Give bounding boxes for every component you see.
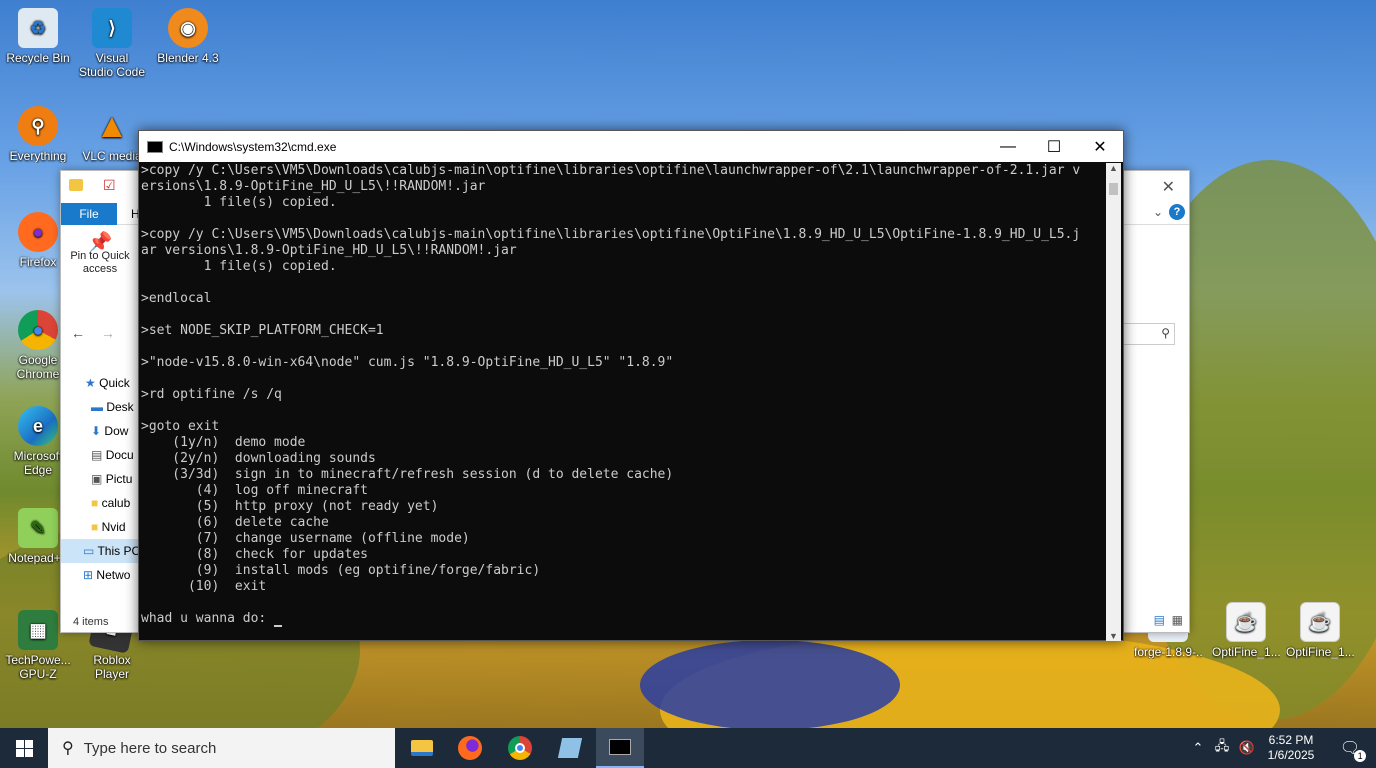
search-icon: ⚲ xyxy=(62,740,74,757)
cmd-window-title: C:\Windows\system32\cmd.exe xyxy=(169,139,337,154)
nav-desktop[interactable]: ▬ Desk xyxy=(61,395,141,419)
nav-nvidia[interactable]: ■ Nvid xyxy=(61,515,141,539)
close-button[interactable]: ✕ xyxy=(1077,131,1123,162)
desktop-icon-blender[interactable]: ◉ Blender 4.3 xyxy=(154,8,222,65)
taskbar-search-box[interactable]: ⚲ Type here to search xyxy=(48,728,395,768)
maximize-button[interactable]: ☐ xyxy=(1031,131,1077,162)
taskbar-cmd[interactable] xyxy=(596,728,644,768)
taskbar-firefox[interactable] xyxy=(446,728,494,768)
volume-muted-icon[interactable]: 🔇 xyxy=(1236,728,1258,768)
nav-downloads[interactable]: ⬇ Dow xyxy=(61,419,141,443)
cmd-app-icon xyxy=(147,140,163,153)
explorer-nav-pane: ★ Quick ▬ Desk ⬇ Dow ▤ Docu ▣ Pictu ■ ca… xyxy=(61,371,141,587)
console-output[interactable]: >copy /y C:\Users\VM5\Downloads\calubjs-… xyxy=(141,163,1107,641)
console-log: >copy /y C:\Users\VM5\Downloads\calubjs-… xyxy=(141,163,1081,594)
vertical-scrollbar[interactable]: ▲ ▼ xyxy=(1106,163,1121,641)
java-jar-icon: ☕ xyxy=(1226,602,1266,642)
console-prompt: whad u wanna do: xyxy=(141,611,275,626)
start-button[interactable] xyxy=(0,728,48,768)
properties-icon: ☑ xyxy=(103,177,116,193)
nav-quick-access[interactable]: ★ Quick xyxy=(61,371,141,395)
java-jar-icon: ☕ xyxy=(1300,602,1340,642)
large-icons-view-icon[interactable]: ▦ xyxy=(1172,613,1183,627)
cmd-window[interactable]: C:\Windows\system32\cmd.exe — ☐ ✕ >copy … xyxy=(138,130,1124,641)
desktop-icon-optifine-2[interactable]: ☕ OptiFine_1.... xyxy=(1286,602,1354,659)
everything-icon: ⚲ xyxy=(18,106,58,146)
nav-calub[interactable]: ■ calub xyxy=(61,491,141,515)
nav-this-pc[interactable]: ▭ This PC xyxy=(61,539,141,563)
taskbar-file-explorer[interactable] xyxy=(398,728,446,768)
scrollbar-thumb[interactable] xyxy=(1109,183,1118,195)
text-cursor xyxy=(274,625,283,627)
desktop-icon-everything[interactable]: ⚲ Everything xyxy=(4,106,72,163)
notification-icon: 🗨 1 xyxy=(1340,738,1367,762)
notification-badge: 1 xyxy=(1354,750,1367,762)
scroll-up-icon[interactable]: ▲ xyxy=(1109,163,1118,173)
expand-ribbon-icon[interactable]: ⌄ xyxy=(1153,205,1163,219)
show-hidden-icons[interactable]: ⌃ xyxy=(1188,728,1208,768)
notepadpp-icon: ✎ xyxy=(18,508,58,548)
gpuz-icon: ▦ xyxy=(18,610,58,650)
desktop-icon-optifine-1[interactable]: ☕ OptiFine_1.... xyxy=(1212,602,1280,659)
search-icon: ⚲ xyxy=(1161,326,1170,340)
pin-quick-access-button[interactable]: 📌 Pin to Quick access xyxy=(65,232,135,276)
firefox-icon: ● xyxy=(18,212,58,252)
folder-icon xyxy=(411,740,433,756)
pin-icon: 📌 xyxy=(87,232,113,254)
vlc-icon: ▲ xyxy=(95,107,129,145)
forward-arrow-icon[interactable]: → xyxy=(101,325,115,341)
cmd-icon xyxy=(609,739,631,755)
explorer-status-bar: 4 items xyxy=(73,616,109,628)
recycle-bin-icon: ♻ xyxy=(18,8,58,48)
explorer-close-icon[interactable]: ✕ xyxy=(1162,177,1175,197)
cmd-titlebar[interactable]: C:\Windows\system32\cmd.exe — ☐ ✕ xyxy=(139,131,1123,162)
vscode-icon: ⟩ xyxy=(92,8,132,48)
wallpaper-toy-blue xyxy=(640,640,900,730)
clock-time: 6:52 PM xyxy=(1268,733,1314,747)
search-box[interactable]: ⚲ xyxy=(1121,323,1175,345)
chrome-icon xyxy=(508,736,532,760)
nav-pictures[interactable]: ▣ Pictu xyxy=(61,467,141,491)
back-arrow-icon[interactable]: ← xyxy=(71,325,85,341)
desktop-icon-vlc[interactable]: ▲ VLC media xyxy=(78,106,146,163)
network-icon[interactable]: 🖧 xyxy=(1210,728,1234,768)
edge-icon: e xyxy=(18,406,58,446)
firefox-icon xyxy=(458,736,482,760)
taskbar-chrome[interactable] xyxy=(496,728,544,768)
chrome-icon: ● xyxy=(18,310,58,350)
minimize-button[interactable]: — xyxy=(985,131,1031,162)
clock[interactable]: 6:52 PM 1/6/2025 xyxy=(1258,728,1324,768)
clock-date: 1/6/2025 xyxy=(1267,748,1315,762)
notification-center-button[interactable]: 🗨 1 xyxy=(1330,728,1370,768)
windows-logo-icon xyxy=(15,739,33,757)
nav-documents[interactable]: ▤ Docu xyxy=(61,443,141,467)
blender-icon: ◉ xyxy=(168,8,208,48)
folder-icon xyxy=(69,179,83,191)
taskbar-app[interactable] xyxy=(546,728,594,768)
desktop-icon-vscode[interactable]: ⟩ Visual Studio Code xyxy=(78,8,146,79)
tab-file[interactable]: File xyxy=(61,203,117,225)
nav-network[interactable]: ⊞ Netwo xyxy=(61,563,141,587)
search-placeholder: Type here to search xyxy=(83,739,217,757)
app-icon xyxy=(557,738,583,758)
details-view-icon[interactable]: ▤ xyxy=(1154,613,1165,627)
scroll-down-icon[interactable]: ▼ xyxy=(1109,631,1118,641)
desktop-icon-recycle-bin[interactable]: ♻ Recycle Bin xyxy=(4,8,72,65)
help-icon[interactable]: ? xyxy=(1169,204,1185,220)
